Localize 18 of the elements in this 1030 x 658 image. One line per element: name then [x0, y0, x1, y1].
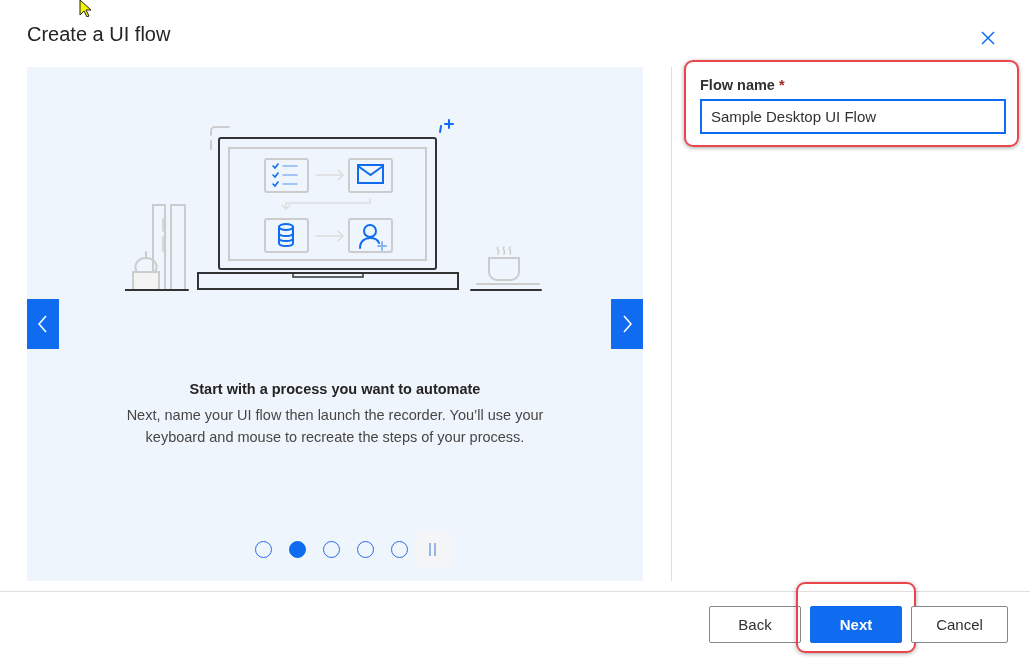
carousel-dot[interactable] [288, 540, 306, 558]
dialog-button[interactable]: Back [709, 606, 801, 643]
flow-name-field[interactable]: Sample Desktop UI Flow [700, 99, 1006, 134]
pause-button[interactable] [414, 531, 451, 567]
next-button[interactable]: Next [810, 606, 902, 643]
previous-slide-button[interactable] [27, 299, 59, 349]
dialog-title: Create a UI flow [27, 22, 171, 46]
pause-icon [429, 542, 436, 556]
next-slide-button[interactable] [611, 299, 643, 349]
dialog-button[interactable]: Cancel [911, 606, 1008, 643]
chevron-right-icon [622, 315, 632, 333]
close-icon [981, 31, 995, 45]
slide-heading: Start with a process you want to automate [189, 381, 481, 397]
mouse-pointer-icon [79, 0, 91, 17]
required-asterisk: * [778, 77, 785, 93]
chevron-left-icon [38, 315, 48, 333]
field-label: Flow name [700, 77, 775, 93]
slide-description: Next, name your UI flow then launch the recorder. You’ll use your keyboard and mouse to recreate the steps of your process. [125, 406, 545, 447]
